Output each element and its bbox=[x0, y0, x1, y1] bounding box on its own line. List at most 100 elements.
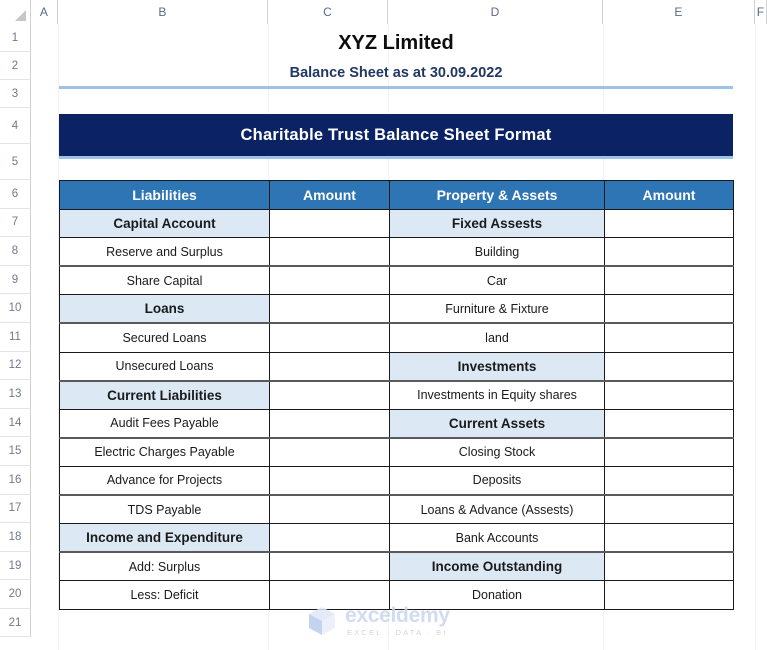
cell-asset[interactable]: Current Assets bbox=[389, 408, 605, 439]
cell-liability-amount[interactable] bbox=[269, 294, 390, 325]
cell-liability-amount[interactable] bbox=[269, 265, 390, 296]
row-header-15[interactable]: 15 bbox=[0, 437, 31, 466]
cell-asset[interactable]: Car bbox=[389, 265, 605, 296]
row-header-5[interactable]: 5 bbox=[0, 144, 31, 180]
cell-asset-amount[interactable] bbox=[604, 580, 734, 610]
table-row: Loans Furniture & Fixture bbox=[59, 294, 734, 325]
cell-asset-amount[interactable] bbox=[604, 380, 734, 410]
column-header-d[interactable]: D bbox=[388, 0, 603, 24]
cell-liability-amount[interactable] bbox=[269, 494, 390, 525]
row-header-7[interactable]: 7 bbox=[0, 208, 31, 238]
cell-liability[interactable]: Add: Surplus bbox=[59, 551, 270, 582]
cell-asset-amount[interactable] bbox=[604, 294, 734, 325]
column-liabilities: Liabilities bbox=[59, 180, 270, 210]
row-header-11[interactable]: 11 bbox=[0, 323, 31, 352]
table-row: Advance for Projects Deposits bbox=[59, 465, 734, 497]
cell-liability-amount[interactable] bbox=[269, 465, 390, 497]
row-header-6[interactable]: 6 bbox=[0, 180, 31, 209]
column-header-b[interactable]: B bbox=[58, 0, 268, 24]
table-row: Capital Account Fixed Assests bbox=[59, 208, 734, 239]
table-row: Income and Expenditure Bank Accounts bbox=[59, 523, 734, 554]
row-header-20[interactable]: 20 bbox=[0, 580, 31, 609]
cell-liability-amount[interactable] bbox=[269, 351, 390, 382]
cell-asset-amount[interactable] bbox=[604, 208, 734, 239]
cell-liability[interactable]: Current Liabilities bbox=[59, 380, 270, 410]
cell-asset[interactable]: Income Outstanding bbox=[389, 551, 605, 582]
cell-asset[interactable]: Building bbox=[389, 237, 605, 268]
cell-asset-amount[interactable] bbox=[604, 237, 734, 268]
banner-divider bbox=[59, 156, 733, 159]
cell-liability[interactable]: Secured Loans bbox=[59, 322, 270, 353]
cell-asset[interactable]: Closing Stock bbox=[389, 437, 605, 467]
cell-asset[interactable]: Deposits bbox=[389, 465, 605, 497]
cell-liability-amount[interactable] bbox=[269, 408, 390, 439]
row-header-18[interactable]: 18 bbox=[0, 523, 31, 552]
cell-liability[interactable]: Audit Fees Payable bbox=[59, 408, 270, 439]
balance-sheet-table: Liabilities Amount Property & Assets Amo… bbox=[59, 180, 734, 610]
cell-liability-amount[interactable] bbox=[269, 437, 390, 467]
table-row: Unsecured Loans Investments bbox=[59, 351, 734, 382]
select-all-corner[interactable] bbox=[0, 0, 31, 24]
row-header-12[interactable]: 12 bbox=[0, 351, 31, 381]
cell-asset-amount[interactable] bbox=[604, 551, 734, 582]
cell-liability[interactable]: Less: Deficit bbox=[59, 580, 270, 610]
row-header-8[interactable]: 8 bbox=[0, 237, 31, 266]
column-header-f[interactable]: F bbox=[755, 0, 767, 24]
cell-asset[interactable]: Furniture & Fixture bbox=[389, 294, 605, 325]
cell-asset-amount[interactable] bbox=[604, 437, 734, 467]
row-header-3[interactable]: 3 bbox=[0, 80, 31, 108]
cell-asset-amount[interactable] bbox=[604, 322, 734, 353]
row-header-1[interactable]: 1 bbox=[0, 24, 31, 52]
cell-liability[interactable]: Advance for Projects bbox=[59, 465, 270, 497]
cell-liability[interactable]: Electric Charges Payable bbox=[59, 437, 270, 467]
cell-liability-amount[interactable] bbox=[269, 551, 390, 582]
cell-liability[interactable]: Reserve and Surplus bbox=[59, 237, 270, 268]
row-header-4[interactable]: 4 bbox=[0, 108, 31, 144]
table-row: Share Capital Car bbox=[59, 265, 734, 296]
banner-title: Charitable Trust Balance Sheet Format bbox=[59, 114, 733, 156]
cell-liability-amount[interactable] bbox=[269, 580, 390, 610]
cell-asset[interactable]: Investments in Equity shares bbox=[389, 380, 605, 410]
row-header-19[interactable]: 19 bbox=[0, 551, 31, 581]
table-row: Secured Loans land bbox=[59, 322, 734, 353]
cell-asset-amount[interactable] bbox=[604, 408, 734, 439]
cell-liability-amount[interactable] bbox=[269, 523, 390, 554]
cell-asset-amount[interactable] bbox=[604, 523, 734, 554]
row-header-21[interactable]: 21 bbox=[0, 609, 31, 637]
table-row: Reserve and Surplus Building bbox=[59, 237, 734, 268]
row-header-14[interactable]: 14 bbox=[0, 408, 31, 438]
table-body: Capital Account Fixed Assests Reserve and … bbox=[59, 208, 734, 610]
column-header-c[interactable]: C bbox=[268, 0, 388, 24]
cell-asset-amount[interactable] bbox=[604, 351, 734, 382]
cell-asset-amount[interactable] bbox=[604, 494, 734, 525]
cell-asset[interactable]: Investments bbox=[389, 351, 605, 382]
row-header-13[interactable]: 13 bbox=[0, 380, 31, 409]
cell-asset[interactable]: Donation bbox=[389, 580, 605, 610]
cell-liability[interactable]: TDS Payable bbox=[59, 494, 270, 525]
cell-asset-amount[interactable] bbox=[604, 265, 734, 296]
cell-asset[interactable]: Fixed Assests bbox=[389, 208, 605, 239]
cell-liability[interactable]: Income and Expenditure bbox=[59, 523, 270, 554]
cell-liability[interactable]: Capital Account bbox=[59, 208, 270, 239]
cell-asset-amount[interactable] bbox=[604, 465, 734, 497]
page-title: XYZ Limited bbox=[338, 31, 454, 54]
cell-liability[interactable]: Loans bbox=[59, 294, 270, 325]
cell-liability-amount[interactable] bbox=[269, 237, 390, 268]
cell-liability-amount[interactable] bbox=[269, 322, 390, 353]
column-header-e[interactable]: E bbox=[603, 0, 755, 24]
cell-liability-amount[interactable] bbox=[269, 380, 390, 410]
row-header-2[interactable]: 2 bbox=[0, 52, 31, 80]
row-header-16[interactable]: 16 bbox=[0, 466, 31, 495]
column-header-strip: A B C D E F bbox=[0, 0, 767, 24]
row-header-10[interactable]: 10 bbox=[0, 294, 31, 323]
cell-asset[interactable]: Bank Accounts bbox=[389, 523, 605, 554]
cell-liability[interactable]: Share Capital bbox=[59, 265, 270, 296]
row-header-9[interactable]: 9 bbox=[0, 265, 31, 295]
column-amount-liabilities: Amount bbox=[269, 180, 390, 210]
column-header-a[interactable]: A bbox=[31, 0, 58, 24]
cell-liability[interactable]: Unsecured Loans bbox=[59, 351, 270, 382]
cell-liability-amount[interactable] bbox=[269, 208, 390, 239]
cell-asset[interactable]: land bbox=[389, 322, 605, 353]
row-header-17[interactable]: 17 bbox=[0, 494, 31, 524]
cell-asset[interactable]: Loans & Advance (Assests) bbox=[389, 494, 605, 525]
